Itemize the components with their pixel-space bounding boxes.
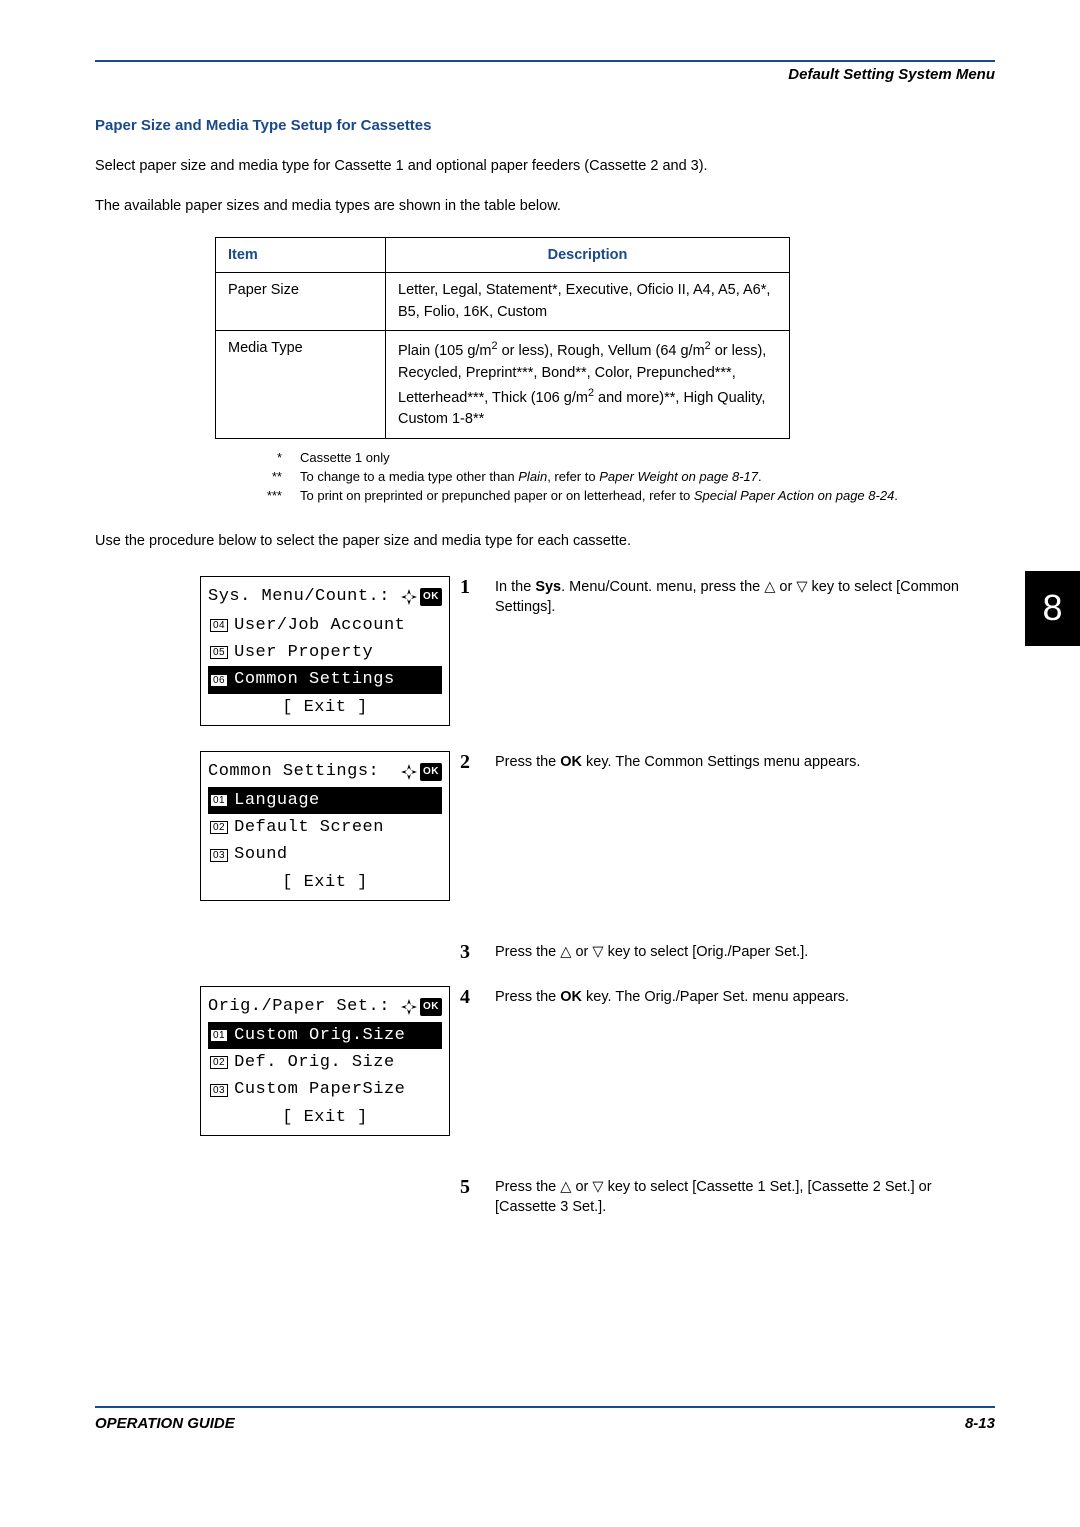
step-number: 4: [460, 986, 495, 1008]
table-row: Paper Size Letter, Legal, Statement*, Ex…: [216, 272, 790, 331]
footnote-text: To print on preprinted or prepunched pap…: [300, 487, 995, 505]
step-number: 2: [460, 751, 495, 773]
step-text: In the Sys. Menu/Count. menu, press the …: [495, 576, 995, 618]
lcd-item-label: Custom Orig.Size: [234, 1022, 405, 1049]
lcd-menu-item[interactable]: 03 Sound: [208, 841, 442, 868]
lcd-item-number: 06: [210, 674, 228, 687]
lcd-item-label: Def. Orig. Size: [234, 1049, 395, 1076]
lcd-item-label: Sound: [234, 841, 288, 868]
lcd-exit[interactable]: [ Exit ]: [208, 1104, 442, 1131]
header-section-title: Default Setting System Menu: [95, 64, 995, 85]
lcd-item-label: Common Settings: [234, 666, 395, 693]
intro-paragraph-1: Select paper size and media type for Cas…: [95, 156, 995, 176]
step-text: Press the OK key. The Common Settings me…: [495, 751, 995, 773]
table-cell-item: Media Type: [216, 331, 386, 439]
nav-diamond-icon: [400, 998, 418, 1016]
section-heading: Paper Size and Media Type Setup for Cass…: [95, 115, 995, 136]
lcd-menu-item[interactable]: 01 Language: [208, 787, 442, 814]
table-header-description: Description: [386, 237, 790, 272]
lcd-screen: Common Settings: OK 01 Language 02 Default Sc…: [200, 751, 450, 901]
step-number: 1: [460, 576, 495, 618]
lcd-item-number: 03: [210, 1084, 228, 1097]
lcd-item-label: Default Screen: [234, 814, 384, 841]
spec-table: Item Description Paper Size Letter, Lega…: [215, 237, 790, 439]
lcd-item-label: Custom PaperSize: [234, 1076, 405, 1103]
step-text: Press the △ or ▽ key to select [Cassette…: [495, 1176, 995, 1218]
lcd-menu-item[interactable]: 03 Custom PaperSize: [208, 1076, 442, 1103]
footer-right: 8-13: [965, 1413, 995, 1434]
step-text: Press the OK key. The Orig./Paper Set. m…: [495, 986, 995, 1008]
lcd-title: Orig./Paper Set.:: [208, 993, 390, 1020]
footnote-mark: **: [265, 468, 300, 486]
lcd-item-number: 02: [210, 821, 228, 834]
nav-diamond-icon: [400, 763, 418, 781]
lcd-item-label: User/Job Account: [234, 612, 405, 639]
lcd-item-number: 01: [210, 1029, 228, 1042]
ok-icon: OK: [420, 588, 442, 606]
step-text: Press the △ or ▽ key to select [Orig./Pa…: [495, 941, 995, 963]
lcd-item-label: Language: [234, 787, 320, 814]
table-row: Media Type Plain (105 g/m2 or less), Rou…: [216, 331, 790, 439]
ok-icon: OK: [420, 998, 442, 1016]
chapter-tab-badge: 8: [1025, 571, 1080, 646]
lcd-item-label: User Property: [234, 639, 373, 666]
procedure-intro: Use the procedure below to select the pa…: [95, 531, 995, 551]
table-cell-item: Paper Size: [216, 272, 386, 331]
lcd-screen: Orig./Paper Set.: OK 01 Custom Orig.Size 02 D…: [200, 986, 450, 1136]
lcd-menu-item[interactable]: 06 Common Settings: [208, 666, 442, 693]
lcd-title: Sys. Menu/Count.:: [208, 583, 390, 610]
lcd-menu-item[interactable]: 04 User/Job Account: [208, 612, 442, 639]
table-cell-desc: Letter, Legal, Statement*, Executive, Of…: [386, 272, 790, 331]
intro-paragraph-2: The available paper sizes and media type…: [95, 196, 995, 216]
table-header-item: Item: [216, 237, 386, 272]
lcd-item-number: 01: [210, 794, 228, 807]
lcd-menu-item[interactable]: 02 Default Screen: [208, 814, 442, 841]
lcd-item-number: 03: [210, 849, 228, 862]
ok-icon: OK: [420, 763, 442, 781]
footnote-mark: ***: [265, 487, 300, 505]
step-number: 5: [460, 1176, 495, 1218]
lcd-screen: Sys. Menu/Count.: OK 04 User/Job Account 05 U…: [200, 576, 450, 726]
footer-left: OPERATION GUIDE: [95, 1413, 235, 1434]
footnote-text: Cassette 1 only: [300, 449, 995, 467]
lcd-item-number: 02: [210, 1056, 228, 1069]
table-cell-desc: Plain (105 g/m2 or less), Rough, Vellum …: [386, 331, 790, 439]
lcd-menu-item[interactable]: 02 Def. Orig. Size: [208, 1049, 442, 1076]
footnotes: * Cassette 1 only ** To change to a medi…: [265, 449, 995, 506]
lcd-item-number: 05: [210, 646, 228, 659]
lcd-menu-item[interactable]: 01 Custom Orig.Size: [208, 1022, 442, 1049]
step-number: 3: [460, 941, 495, 963]
lcd-exit[interactable]: [ Exit ]: [208, 694, 442, 721]
lcd-item-number: 04: [210, 619, 228, 632]
footnote-text: To change to a media type other than Pla…: [300, 468, 995, 486]
lcd-menu-item[interactable]: 05 User Property: [208, 639, 442, 666]
footnote-mark: *: [265, 449, 300, 467]
lcd-exit[interactable]: [ Exit ]: [208, 869, 442, 896]
nav-diamond-icon: [400, 588, 418, 606]
lcd-title: Common Settings:: [208, 758, 379, 785]
